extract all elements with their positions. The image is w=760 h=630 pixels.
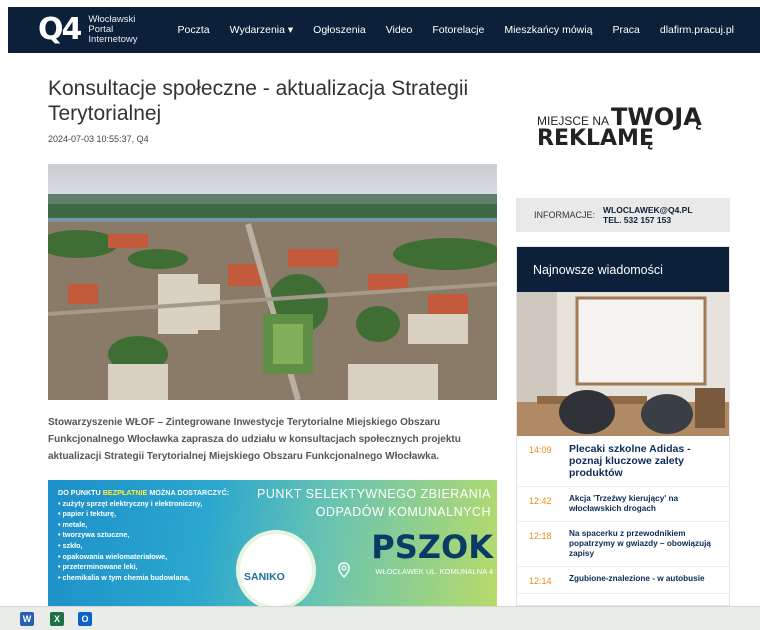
ad-line-2: REKLAMĘ [537, 126, 654, 151]
banner-item: • szkło, [58, 540, 83, 550]
article-title: Konsultacje społeczne - aktualizacja Str… [48, 77, 469, 125]
page: Q4 Włocławski Portal Internetowy Poczta … [0, 0, 760, 630]
article-meta: 2024-07-03 10:55:37, Q4 [48, 134, 149, 144]
saniko-logo-text: SANIKO [244, 571, 285, 583]
logo-mark: Q4 [38, 12, 82, 47]
news-item[interactable]: 12:42 Akcja 'Trzeźwy kierujący' na włocł… [517, 487, 729, 522]
news-item[interactable]: 14:09 Plecaki szkolne Adidas - poznaj kl… [517, 436, 729, 487]
menu-item-fotorelacje[interactable]: Fotorelacje [432, 24, 484, 36]
os-taskbar: W X O [0, 606, 760, 630]
ad-line-1: MIEJSCE NA TWOJĄ [537, 103, 727, 131]
excel-icon[interactable]: X [50, 612, 64, 626]
banner-title-line1: PUNKT SELEKTYWNEGO ZBIERANIA [257, 487, 491, 501]
news-item[interactable]: 12:14 Zgubione-znalezione - w autobusie [517, 567, 729, 594]
news-thumbnail[interactable] [517, 292, 729, 436]
menu-item-wydarzenia[interactable]: Wydarzenia ▾ [230, 24, 294, 36]
menu-item-mieszkancy[interactable]: Mieszkańcy mówią [504, 24, 592, 36]
banner-title-line2: ODPADÓW KOMUNALNYCH [315, 505, 491, 519]
news-header: Najnowsze wiadomości [517, 247, 729, 292]
banner-title: PUNKT SELEKTYWNEGO ZBIERANIA ODPADÓW KOM… [257, 485, 491, 521]
banner-item: • papier i tekturę, [58, 509, 117, 519]
location-pin-icon [338, 562, 350, 578]
logo-line-3: Internetowy [88, 34, 138, 45]
outlook-icon[interactable]: O [78, 612, 92, 626]
news-time: 12:18 [529, 531, 552, 541]
info-label: INFORMACJE: [534, 210, 596, 220]
info-values: WLOCLAWEK@Q4.PL TEL. 532 157 153 [603, 205, 693, 225]
pszok-ad-banner[interactable]: DO PUNKTU BEZPŁATNIE MOŻNA DOSTARCZYĆ: •… [48, 480, 497, 606]
menu-item-poczta[interactable]: Poczta [178, 24, 210, 36]
news-time: 12:42 [529, 496, 552, 506]
city-aerial-illustration [48, 164, 497, 400]
ad-placeholder-reklama[interactable]: MIEJSCE NA TWOJĄ REKLAMĘ [537, 103, 727, 151]
banner-intro-highlight: BEZPŁATNIE [102, 488, 148, 497]
contact-info-box: INFORMACJE: WLOCLAWEK@Q4.PL TEL. 532 157… [516, 198, 730, 232]
news-item[interactable]: 12:18 Na spacerku z przewodnikiem popatr… [517, 522, 729, 567]
news-link[interactable]: Akcja 'Trzeźwy kierujący' na włocławskic… [569, 494, 723, 514]
menu-item-ogloszenia[interactable]: Ogłoszenia [313, 24, 366, 36]
info-email[interactable]: WLOCLAWEK@Q4.PL [603, 205, 693, 215]
news-link[interactable]: Plecaki szkolne Adidas - poznaj kluczowe… [569, 443, 723, 479]
logo-text: Włocławski Portal Internetowy [88, 15, 137, 45]
menu-item-praca[interactable]: Praca [612, 24, 639, 36]
saniko-logo-circle [236, 530, 316, 606]
site-logo[interactable]: Q4 Włocławski Portal Internetowy [38, 15, 138, 45]
banner-item: • zużyty sprzęt elektryczny i elektronic… [58, 498, 203, 508]
word-icon[interactable]: W [20, 612, 34, 626]
latest-news-widget: Najnowsze wiadomości 14:09 Plecaki szkol… [516, 246, 730, 606]
top-navbar: Q4 Włocławski Portal Internetowy Poczta … [8, 7, 760, 53]
banner-intro-post: MOŻNA DOSTARCZYĆ: [147, 488, 230, 497]
classroom-illustration [517, 292, 729, 436]
banner-item: • tworzywa sztuczne, [58, 530, 130, 540]
banner-intro-pre: DO PUNKTU [58, 488, 103, 497]
article-lead: Stowarzyszenie WŁOF – Zintegrowane Inwes… [48, 417, 461, 462]
menu-item-dlafirm[interactable]: dlafirm.pracuj.pl [660, 24, 734, 36]
news-link[interactable]: Zgubione-znalezione - w autobusie [569, 574, 705, 586]
news-time: 12:14 [529, 576, 552, 586]
main-menu: Poczta Wydarzenia ▾ Ogłoszenia Video Fot… [158, 24, 734, 36]
news-time: 14:09 [529, 445, 552, 455]
article-hero-image [48, 164, 497, 400]
ad-big-text: TWOJĄ [611, 103, 702, 131]
banner-address: WŁOCŁAWEK UL. KOMUNALNA 4 [375, 567, 493, 576]
news-link[interactable]: Na spacerku z przewodnikiem popatrzymy w… [569, 529, 723, 559]
banner-item: • metale, [58, 519, 88, 529]
banner-brand: PSZOK [371, 528, 493, 566]
menu-item-video[interactable]: Video [386, 24, 413, 36]
info-phone: TEL. 532 157 153 [603, 215, 672, 225]
banner-intro: DO PUNKTU BEZPŁATNIE MOŻNA DOSTARCZYĆ: [58, 488, 268, 499]
